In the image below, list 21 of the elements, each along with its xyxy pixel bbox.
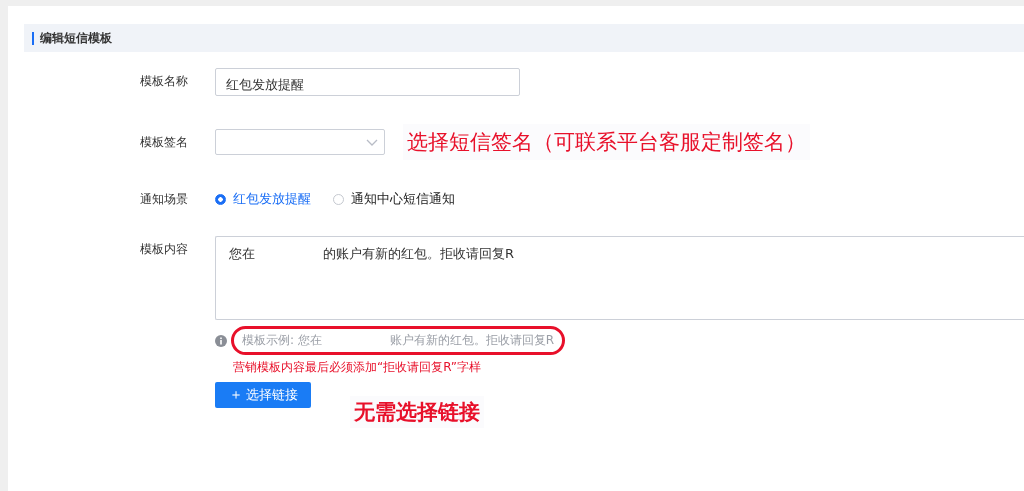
caret-icon: [366, 139, 378, 147]
example-text: 账户有新的红包。拒收请回复R: [389, 332, 555, 349]
radio-button[interactable]: [215, 193, 226, 205]
annotation-text: 选择短信签名（可联系平台客服定制签名）: [403, 124, 810, 160]
name-input[interactable]: 红包发放提醒: [215, 68, 520, 96]
content-text: 您在: [229, 245, 255, 263]
annotation-text: 无需选择链接: [350, 396, 484, 428]
content-textarea[interactable]: 您在 的账户有新的红包。拒收请回复R: [215, 236, 1024, 320]
field-label: 模板内容: [140, 241, 189, 258]
field-label: 模板签名: [140, 134, 189, 151]
field-label: 通知场景: [140, 191, 189, 208]
example-text: 模板示例: 您在: [242, 332, 322, 349]
content-text: 的账户有新的红包。拒收请回复R: [323, 245, 515, 263]
signature-select[interactable]: [215, 129, 385, 155]
radio-label[interactable]: 红包发放提醒: [233, 190, 311, 208]
warning-text: 营销模板内容最后必须添加“拒收请回复R”字样: [233, 359, 482, 376]
section-title: 编辑短信模板: [40, 29, 112, 47]
select-link-button[interactable]: ＋ 选择链接: [215, 382, 311, 408]
radio-label[interactable]: 通知中心短信通知: [351, 190, 455, 208]
field-label: 模板名称: [140, 73, 189, 90]
info-icon: [215, 334, 227, 347]
